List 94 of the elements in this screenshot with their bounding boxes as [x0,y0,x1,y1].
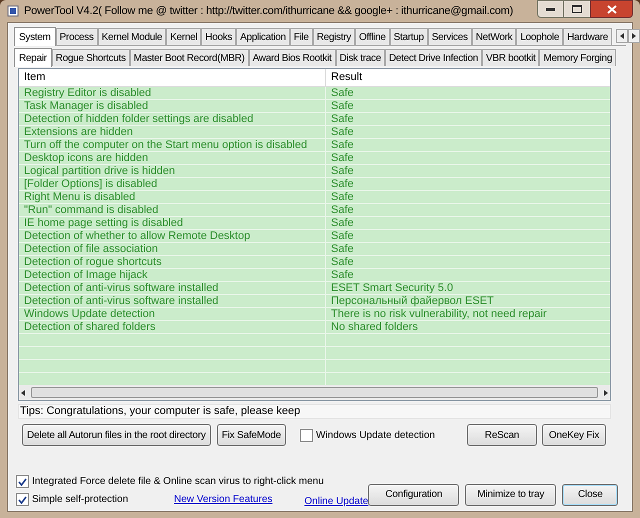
scroll-right-icon[interactable] [604,390,608,396]
table-cell-text: Safe [330,230,355,242]
tab[interactable]: Award Bios Rootkit [248,49,336,66]
horizontal-scrollbar[interactable] [19,385,610,400]
tab[interactable]: Startup [390,28,428,45]
tab[interactable]: File [290,28,313,45]
table-cell-text: Safe [330,100,355,112]
tab[interactable]: Kernel Module [98,28,166,45]
table-cell: Detection of shared folders [19,321,326,333]
table-cell-text: Safe [330,152,355,164]
tab[interactable]: Detect Drive Infection [384,49,482,66]
tab[interactable]: Kernel [166,28,202,45]
table-cell: Detection of hidden folder settings are disabled [19,113,326,125]
tab-scroll-left-button[interactable] [616,29,628,43]
table-cell-text: Safe [330,178,355,190]
table-cell-text: Safe [330,256,355,268]
button[interactable]: Delete all Autorun files in the root directory [22,424,211,446]
table-cell-text: Safe [330,139,355,151]
app-icon [7,5,19,17]
table-cell-text: Safe [330,217,355,229]
button[interactable]: Fix SafeMode [216,424,286,446]
table-cell-text: Safe [330,269,355,281]
table-cell-text: Safe [330,204,355,216]
table-cell: Registry Editor is disabled [19,87,326,99]
table-cell-text: There is no risk vulnerability, not need repair [330,308,548,320]
table-cell-text: Safe [330,113,355,125]
right-arrow-icon [632,33,636,39]
tab[interactable]: Master Boot Record(MBR) [130,49,249,66]
button[interactable]: OneKey Fix [542,424,606,446]
table-cell: Desktop icons are hidden [19,152,326,164]
checkbox[interactable] [16,493,29,506]
table-cell-text: ESET Smart Security 5.0 [330,282,454,294]
table-cell: Detection of whether to allow Remote Desktop [19,230,326,242]
table-cell-text: No shared folders [330,321,419,333]
table-cell: Task Manager is disabled [19,100,326,112]
table-cell: Logical partition drive is hidden [19,165,326,177]
table-cell-text: Персональный файервол ESET [330,295,495,307]
table-cell: Detection of file association [19,243,326,255]
table-cell: Extensions are hidden [19,126,326,138]
table-cell: Turn off the computer on the Start menu option is disabled [19,139,326,151]
table-cell: IE home page setting is disabled [19,217,326,229]
tab-scroll-right-button[interactable] [628,29,640,43]
tab[interactable]: Hooks [201,28,236,45]
tab[interactable]: Application [236,28,290,45]
checkbox[interactable] [300,428,313,442]
checkbox[interactable] [16,475,29,488]
table-cell-text: Safe [330,126,355,138]
checkbox-label: Simple self-protection [32,493,128,507]
tab[interactable]: Rogue Shortcuts [52,49,130,66]
table-cell-text: Safe [330,87,355,99]
maximize-icon [572,5,582,13]
tab[interactable]: Registry [312,28,355,45]
table-cell: Detection of rogue shortcuts [19,256,326,268]
maximize-button[interactable] [564,0,590,18]
table-cell: Detection of anti-virus software installed [19,295,326,307]
tab[interactable]: Hardware [563,28,612,45]
close-icon [606,4,616,14]
checkbox-label: Windows Update detection [316,428,435,442]
table-cell-text: Safe [330,165,355,177]
tab[interactable]: System [14,27,56,46]
table-cell: Detection of Image hijack [19,269,326,281]
left-arrow-icon [620,33,624,39]
online-update-link[interactable]: Online Update [304,494,368,509]
column-header[interactable]: Result [326,69,610,86]
tab[interactable]: Services [428,28,472,45]
tab[interactable]: Memory Forging [539,49,616,66]
tab[interactable]: VBR bootkit [482,49,540,66]
button[interactable]: Minimize to tray [465,484,556,506]
button[interactable]: Close [562,484,618,506]
checkbox-label: Integrated Force delete file & Online scan virus to right-click menu [32,475,324,489]
scroll-left-icon[interactable] [21,390,25,396]
table-cell-text: Safe [330,191,355,203]
close-button[interactable] [590,0,633,18]
tips-text: Tips: Congratulations, your computer is safe, please keep [18,404,611,419]
tab[interactable]: Offline [354,28,390,45]
table-cell: Detection of anti-virus software installed [19,282,326,294]
new-version-features-link[interactable]: New Version Features [174,492,272,507]
button[interactable]: Configuration [368,484,460,506]
table-cell-text: Safe [330,243,355,255]
minimize-icon [546,8,555,10]
column-header[interactable]: Item [19,69,326,86]
tab[interactable]: NetWork [472,28,516,45]
table-cell: [Folder Options] is disabled [19,178,326,190]
tab[interactable]: Repair [14,48,52,67]
minimize-button[interactable] [537,0,564,18]
tab[interactable]: Disk trace [336,49,385,66]
tab[interactable]: Loophole [516,28,564,45]
table-cell: Right Menu is disabled [19,191,326,203]
table-cell: Windows Update detection [19,308,326,320]
window-title: PowerTool V4.2( Follow me @ twitter : http://twitter.com/ithurricane && google+ : ithurricane@gmail.com) [24,4,514,19]
table-cell: "Run" command is disabled [19,204,326,216]
tab[interactable]: Process [56,28,98,45]
button[interactable]: ReScan [467,424,537,446]
scrollbar-thumb[interactable] [31,387,598,398]
